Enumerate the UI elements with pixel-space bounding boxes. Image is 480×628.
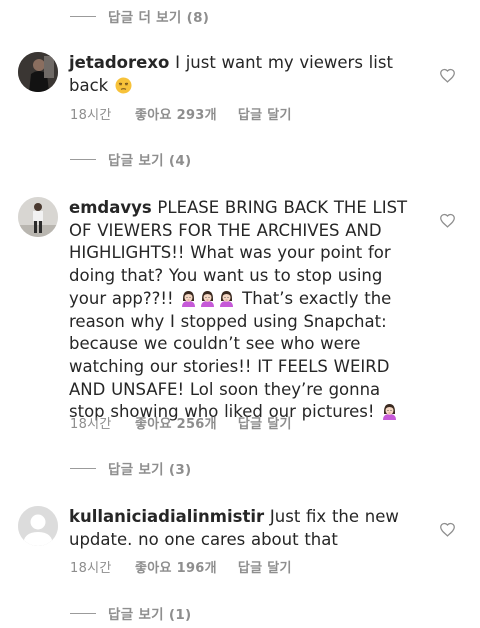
- comment-username[interactable]: emdavys: [69, 198, 152, 217]
- replies-divider-line: [70, 612, 96, 614]
- comment-text: jetadorexo I just want my viewers list b…: [69, 52, 419, 97]
- unamused-face-emoji: 😒: [115, 77, 132, 94]
- like-heart-icon[interactable]: [439, 67, 456, 84]
- comment-text: emdavys PLEASE BRING BACK THE LIST OF VI…: [69, 197, 419, 424]
- comment-text: kullaniciadialinmistir Just fix the new …: [69, 506, 419, 551]
- comment-like-count[interactable]: 좋아요 293개: [135, 104, 217, 123]
- view-replies-label: 답글 보기 (4): [108, 153, 192, 169]
- comment-time: 18시간: [70, 561, 112, 576]
- comment-meta: 18시간 좋아요 293개 답글 달기: [70, 104, 292, 123]
- woman-pouting-emoji: [383, 404, 397, 421]
- view-replies-toggle[interactable]: 답글 보기 (1): [70, 601, 192, 625]
- reply-button[interactable]: 답글 달기: [238, 557, 292, 576]
- replies-divider-line: [70, 158, 96, 160]
- comment-meta: 18시간 좋아요 256개 답글 달기: [70, 413, 292, 432]
- woman-pouting-emoji-trailing: 🙎‍♀️: [380, 402, 399, 421]
- view-replies-toggle[interactable]: 답글 보기 (3): [70, 456, 192, 480]
- like-heart-icon[interactable]: [439, 521, 456, 538]
- woman-pouting-emoji: [220, 290, 234, 307]
- woman-pouting-emoji-group: 🙎‍♀️🙎‍♀️🙎‍♀️: [179, 289, 242, 308]
- view-more-replies-label: 답글 더 보기 (8): [108, 10, 210, 26]
- comment-time: 18시간: [70, 108, 112, 123]
- comment-like-count[interactable]: 좋아요 256개: [135, 413, 217, 432]
- woman-pouting-emoji: [182, 290, 196, 307]
- replies-divider-line: [70, 467, 96, 469]
- view-replies-label: 답글 보기 (1): [108, 607, 192, 623]
- reply-button[interactable]: 답글 달기: [238, 413, 292, 432]
- avatar[interactable]: [18, 52, 58, 92]
- like-heart-icon[interactable]: [439, 212, 456, 229]
- view-replies-label: 답글 보기 (3): [108, 462, 192, 478]
- view-replies-toggle[interactable]: 답글 보기 (4): [70, 147, 192, 171]
- avatar[interactable]: [18, 197, 58, 237]
- comment-time: 18시간: [70, 417, 112, 432]
- default-avatar-icon[interactable]: [18, 506, 58, 546]
- reply-button[interactable]: 답글 달기: [238, 104, 292, 123]
- comment-username[interactable]: jetadorexo: [69, 53, 169, 72]
- comment-like-count[interactable]: 좋아요 196개: [135, 557, 217, 576]
- comment-body-continued: That’s exactly the reason why I stopped …: [69, 288, 392, 422]
- comment-meta: 18시간 좋아요 196개 답글 달기: [70, 557, 292, 576]
- view-more-replies-toggle[interactable]: 답글 더 보기 (8): [70, 4, 209, 28]
- comment-username[interactable]: kullaniciadialinmistir: [69, 507, 264, 526]
- replies-divider-line: [70, 15, 96, 17]
- woman-pouting-emoji: [201, 290, 215, 307]
